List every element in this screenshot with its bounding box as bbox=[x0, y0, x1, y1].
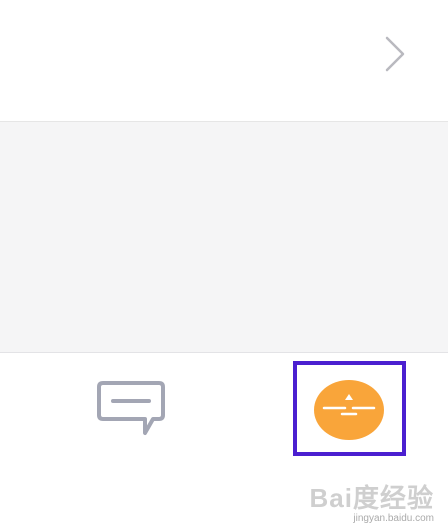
watermark-logo: Bai度经验 bbox=[309, 483, 434, 513]
watermark: Bai度经验 jingyan.baidu.com bbox=[310, 478, 434, 524]
list-row[interactable] bbox=[0, 0, 448, 122]
orange-circle-action-icon[interactable] bbox=[314, 380, 384, 440]
bottom-toolbar: Bai度经验 jingyan.baidu.com bbox=[0, 353, 448, 532]
content-panel bbox=[0, 122, 448, 353]
chevron-right-icon[interactable] bbox=[381, 34, 411, 74]
comment-icon[interactable] bbox=[95, 377, 169, 441]
highlight-frame bbox=[293, 361, 406, 456]
